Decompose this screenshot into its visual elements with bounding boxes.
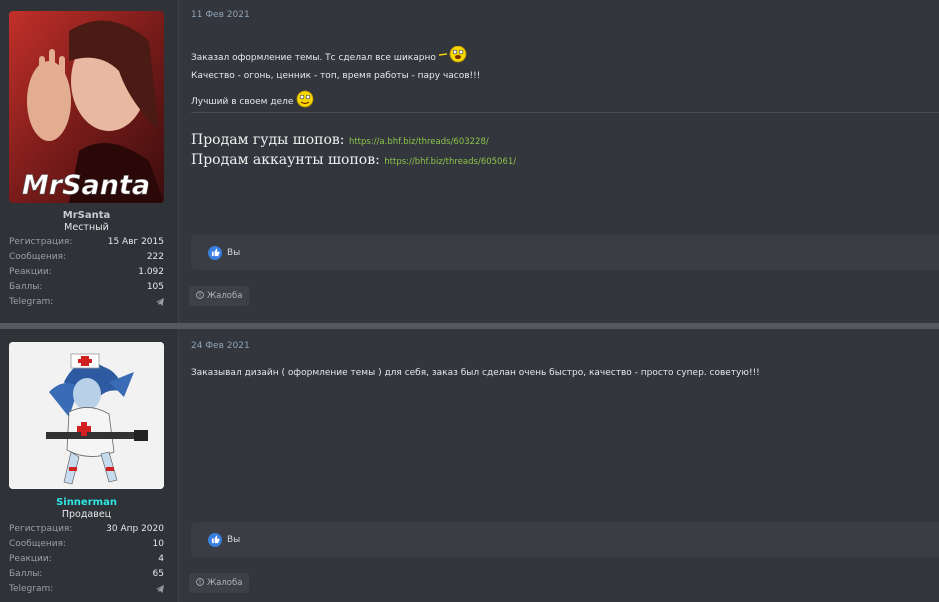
signature-divider [191, 112, 939, 113]
reactions-bar[interactable]: Вы [191, 235, 939, 270]
body-line-1: Заказал оформление темы. Тс сделал все ш… [191, 53, 436, 63]
stat-reactions: Реакции: 1.092 [9, 267, 164, 277]
user-stats: Регистрация: 15 Авг 2015 Сообщения: 222 Ре… [9, 235, 164, 310]
post-body: Заказал оформление темы. Тс сделал все ш… [191, 45, 481, 113]
body-line-1: Заказывал дизайн ( оформление темы ) для… [191, 368, 760, 378]
stat-messages: Сообщения: 10 [9, 539, 164, 549]
telegram-icon[interactable] [156, 582, 164, 597]
post-main: 24 Фев 2021 Заказывал дизайн ( оформлени… [179, 329, 939, 602]
stat-telegram: Telegram: [9, 295, 164, 310]
username[interactable]: Sinnerman [0, 497, 173, 508]
post-date[interactable]: 24 Фев 2021 [191, 341, 250, 351]
signature-line-1: Продам гуды шопов: https://a.bhf.biz/thr… [191, 132, 489, 148]
post-date[interactable]: 11 Фев 2021 [191, 10, 250, 20]
stat-points: Баллы: 65 [9, 569, 164, 579]
body-line-3: Лучший в своем деле [191, 97, 294, 107]
avatar[interactable]: MrSanta [9, 11, 164, 203]
info-icon [196, 577, 204, 589]
signature-line-2: Продам аккаунты шопов: https://bhf.biz/t… [191, 152, 517, 168]
post-2: Sinnerman Продавец Регистрация: 30 Апр 20… [0, 329, 939, 602]
signature-link-1[interactable]: https://a.bhf.biz/threads/603228/ [349, 137, 489, 147]
stat-registration: Регистрация: 30 Апр 2020 [9, 524, 164, 534]
report-button[interactable]: Жалоба [189, 573, 250, 593]
reactions-bar[interactable]: Вы [191, 522, 939, 557]
user-info-panel: MrSanta MrSanta Местный Регистрация: 15 А… [0, 0, 179, 323]
avatar-logo-text: MrSanta [22, 170, 150, 201]
telegram-icon[interactable] [156, 295, 164, 310]
user-title: Местный [64, 222, 109, 233]
like-icon [208, 532, 222, 547]
smiley-icon [438, 45, 469, 69]
report-label: Жалоба [207, 578, 243, 588]
username[interactable]: MrSanta [0, 210, 173, 221]
info-icon [196, 290, 204, 302]
reactions-label[interactable]: Вы [227, 535, 240, 545]
report-label: Жалоба [207, 291, 243, 301]
stat-messages: Сообщения: 222 [9, 252, 164, 262]
stat-points: Баллы: 105 [9, 282, 164, 292]
post-1: MrSanta MrSanta Местный Регистрация: 15 А… [0, 0, 939, 323]
user-title: Продавец [61, 509, 112, 520]
smiley-icon [296, 90, 314, 113]
stat-registration: Регистрация: 15 Авг 2015 [9, 237, 164, 247]
body-line-2: Качество - огонь, ценник - топ, время ра… [191, 71, 481, 81]
post-body: Заказывал дизайн ( оформление темы ) для… [191, 366, 760, 380]
avatar[interactable] [9, 342, 164, 489]
report-button[interactable]: Жалоба [189, 286, 250, 306]
signature-link-2[interactable]: https://bhf.biz/threads/605061/ [384, 157, 516, 167]
stat-telegram: Telegram: [9, 582, 164, 597]
reactions-label[interactable]: Вы [227, 248, 240, 258]
stat-reactions: Реакции: 4 [9, 554, 164, 564]
like-icon [208, 245, 222, 260]
user-info-panel: Sinnerman Продавец Регистрация: 30 Апр 20… [0, 329, 179, 602]
user-stats: Регистрация: 30 Апр 2020 Сообщения: 10 Реа… [9, 522, 164, 597]
post-main: 11 Фев 2021 Заказал оформление темы. Тс … [179, 0, 939, 323]
